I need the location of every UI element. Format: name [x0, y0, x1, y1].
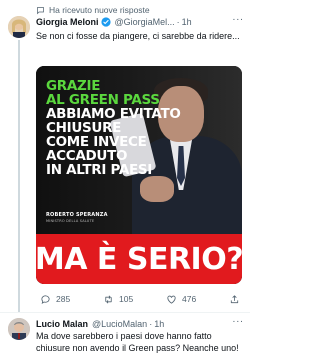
display-name[interactable]: Giorgia Meloni — [36, 17, 99, 27]
like-button[interactable]: 476 — [166, 294, 196, 305]
tweet-divider — [0, 312, 250, 313]
handle[interactable]: @GiorgiaMel... — [115, 17, 175, 27]
more-options-icon[interactable]: ··· — [232, 317, 244, 330]
handle[interactable]: @LucioMalan — [92, 319, 147, 329]
image-headline: GRAZIE AL GREEN PASS ABBIAMO EVITATO CHI… — [46, 79, 196, 178]
avatar-giorgia[interactable] — [8, 16, 30, 38]
reply-context: Ha ricevuto nuove risposte — [36, 4, 150, 16]
tweet-image[interactable]: GRAZIE AL GREEN PASS ABBIAMO EVITATO CHI… — [36, 66, 242, 284]
tweet-text: Ma dove sarebbero i paesi dove hanno fat… — [36, 331, 239, 353]
reply-count: 285 — [56, 294, 71, 304]
banner-text: MA È SERIO? — [36, 241, 242, 277]
tweet-header: Lucio Malan @LucioMalan · 1h — [36, 318, 232, 330]
share-icon — [230, 294, 239, 303]
share-button[interactable] — [229, 294, 240, 305]
avatar-lucio[interactable] — [8, 318, 30, 340]
headline-line: IN ALTRI PAESI — [46, 162, 153, 178]
timestamp[interactable]: 1h — [182, 17, 192, 27]
tweet-text: Se non ci fosse da piangere, ci sarebbe … — [36, 31, 240, 41]
heart-icon — [167, 295, 176, 304]
caption-name: ROBERTO SPERANZA — [46, 212, 108, 218]
reply-icon — [41, 294, 50, 304]
reply-bubble-icon — [37, 6, 44, 14]
reply-context-text: Ha ricevuto nuove risposte — [49, 5, 150, 15]
timestamp[interactable]: 1h — [154, 319, 164, 329]
display-name[interactable]: Lucio Malan — [36, 319, 88, 329]
thread-line — [18, 40, 20, 312]
separator-dot: · — [149, 319, 153, 329]
separator-dot: · — [176, 17, 180, 27]
like-count: 476 — [182, 294, 197, 304]
reply-button[interactable]: 285 — [40, 294, 70, 305]
tweet-header: Giorgia Meloni @GiorgiaMel... · 1h — [36, 16, 232, 28]
retweet-count: 105 — [119, 294, 134, 304]
verified-badge-icon — [100, 17, 111, 27]
more-options-icon[interactable]: ··· — [232, 15, 244, 28]
caption-role: MINISTRO DELLA SALUTE — [46, 219, 95, 223]
tweet-actions: 285 105 476 — [40, 292, 240, 306]
retweet-button[interactable]: 105 — [103, 294, 133, 305]
retweet-icon — [105, 295, 112, 303]
image-banner: MA È SERIO? — [36, 234, 242, 284]
image-caption: ROBERTO SPERANZA MINISTRO DELLA SALUTE — [46, 212, 108, 223]
